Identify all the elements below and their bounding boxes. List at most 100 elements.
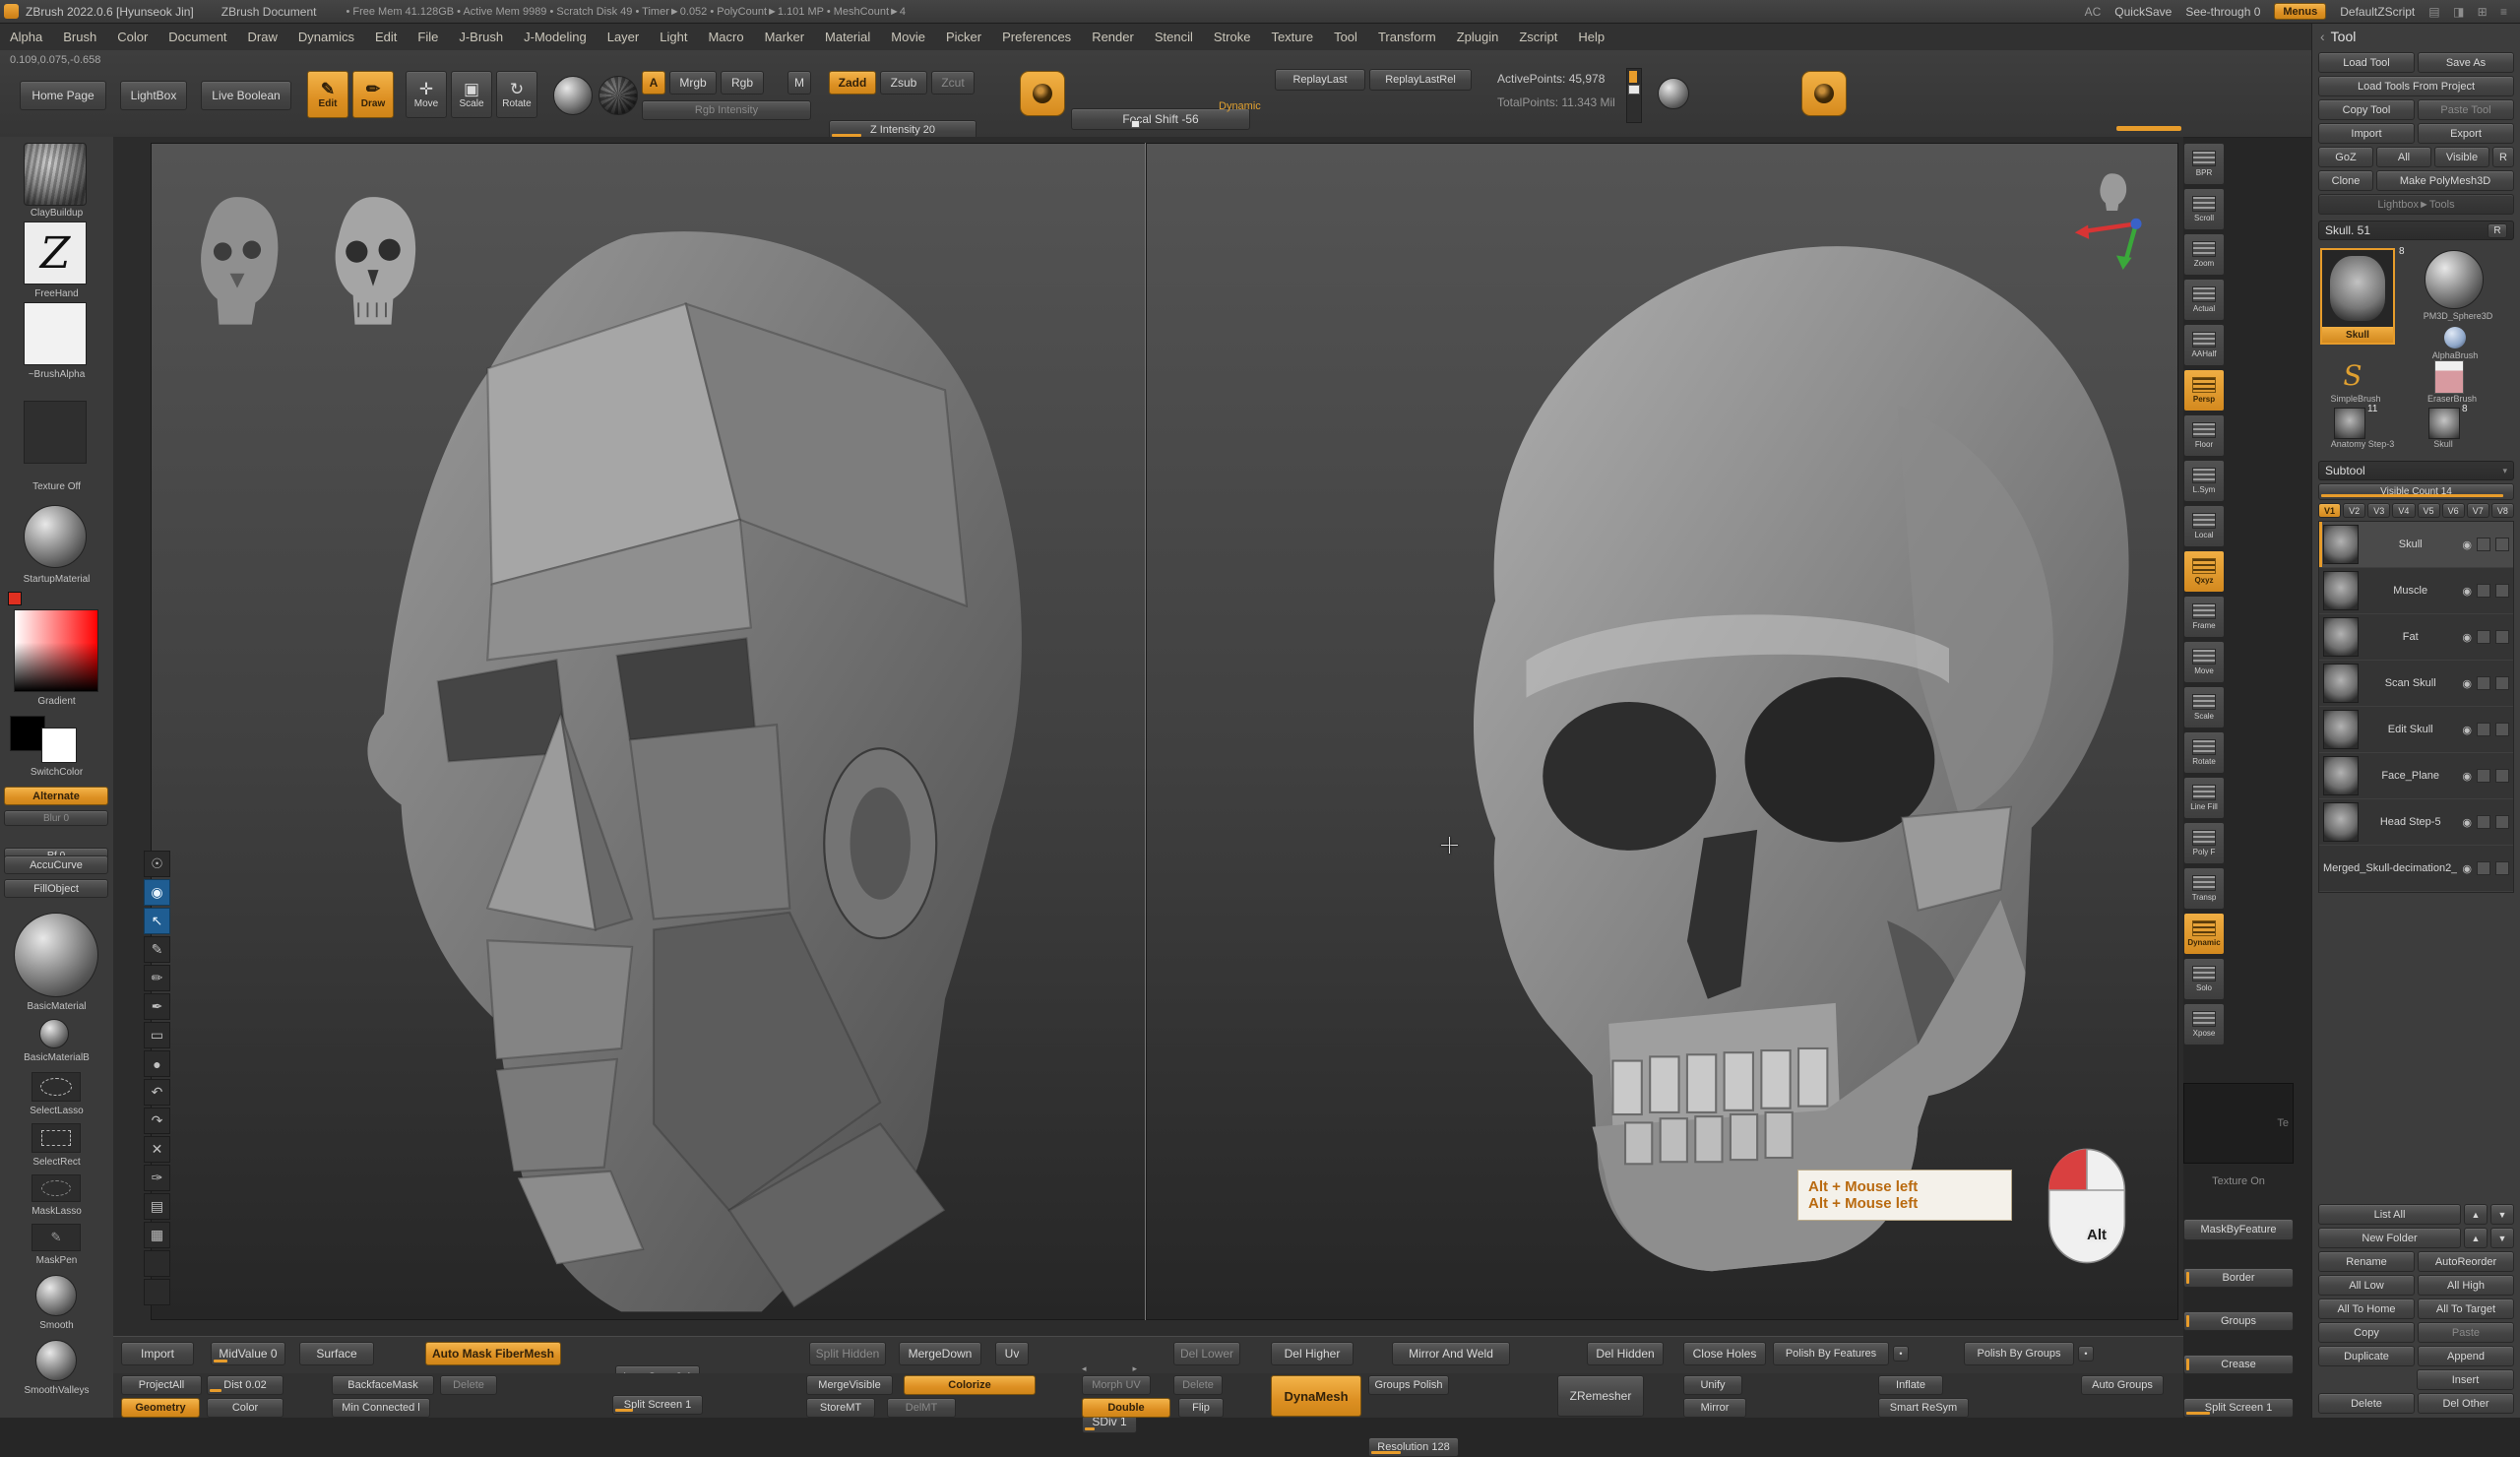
projectall-button[interactable]: ProjectAll (121, 1375, 202, 1395)
new-folder-button[interactable]: New Folder (2318, 1228, 2461, 1248)
anatomy-step3-thumb[interactable] (2334, 408, 2365, 439)
goz-all-button[interactable]: All (2376, 147, 2431, 167)
visible-count-slider[interactable]: Visible Count 14 (2318, 483, 2514, 500)
current-texture-sphere-icon[interactable] (598, 76, 638, 115)
pencil-icon[interactable]: ✏ (144, 965, 170, 991)
menu-item[interactable]: Edit (375, 30, 397, 44)
mirror-button[interactable]: Mirror (1683, 1398, 1746, 1418)
redo-icon[interactable]: ↷ (144, 1108, 170, 1134)
resolution-slider[interactable]: Resolution 128 (1368, 1437, 1459, 1457)
menu-item[interactable]: Layer (607, 30, 640, 44)
bpr[interactable]: BPR (2183, 143, 2225, 185)
import-button[interactable]: Import (2318, 123, 2415, 144)
subtool-brush-icon[interactable] (2477, 584, 2490, 598)
axis-gizmo[interactable] (2067, 171, 2146, 270)
current-material-sphere-icon[interactable] (553, 76, 593, 115)
green-swatch-icon[interactable] (144, 1279, 170, 1305)
all-low-button[interactable]: All Low (2318, 1275, 2415, 1296)
muscle[interactable]: Muscle ◉ (2319, 568, 2513, 614)
inflate-slider[interactable]: Inflate (1878, 1375, 1943, 1395)
menu-item[interactable]: Macro (708, 30, 743, 44)
subtool-brush-icon[interactable] (2477, 861, 2490, 875)
import-mesh-button[interactable]: Import (121, 1342, 194, 1365)
visibility-eye-icon[interactable]: ◉ (2462, 770, 2472, 783)
blur-slider[interactable]: Blur 0 (4, 810, 108, 826)
face-plane[interactable]: Face_Plane ◉ (2319, 753, 2513, 799)
draw-button[interactable]: ✏Draw (352, 71, 394, 118)
del-hidden-button[interactable]: Del Hidden (1587, 1342, 1664, 1365)
clone-button[interactable]: Clone (2318, 170, 2373, 191)
menu-item[interactable]: Render (1092, 30, 1134, 44)
copy-subtool-button[interactable]: Copy (2318, 1322, 2415, 1343)
smoothvalleys-brush-thumb[interactable] (35, 1340, 77, 1381)
mergedown-button[interactable]: MergeDown (899, 1342, 981, 1365)
del-other-button[interactable]: Del Other (2418, 1393, 2514, 1414)
marker-icon[interactable]: ✒ (144, 993, 170, 1020)
v2[interactable]: V2 (2343, 503, 2365, 518)
split-hidden-button[interactable]: Split Hidden (809, 1342, 886, 1365)
folder-down-icon[interactable]: ▼ (2490, 1228, 2514, 1248)
move-down-icon[interactable]: ▼ (2490, 1204, 2514, 1225)
duplicate-button[interactable]: Duplicate (2318, 1346, 2415, 1366)
delete-subtool-button[interactable]: Delete (2318, 1393, 2415, 1414)
maskpen-thumb[interactable]: ✎ (32, 1224, 81, 1251)
live-boolean-button[interactable]: Live Boolean (201, 81, 291, 110)
menu-item[interactable]: Color (117, 30, 148, 44)
list-all-button[interactable]: List All (2318, 1204, 2461, 1225)
paste-tool-button[interactable]: Paste Tool (2418, 99, 2514, 120)
selectlasso-thumb[interactable] (32, 1072, 81, 1102)
rename-button[interactable]: Rename (2318, 1251, 2415, 1272)
goz-r-button[interactable]: R (2492, 147, 2514, 167)
collapse-panel-icon[interactable]: ‹ (2320, 29, 2325, 44)
all-to-home-button[interactable]: All To Home (2318, 1299, 2415, 1319)
v5[interactable]: V5 (2418, 503, 2440, 518)
cursor-icon[interactable]: ↖ (144, 908, 170, 934)
move-button[interactable]: ✛Move (406, 71, 447, 118)
mask-by-feature-button[interactable]: MaskByFeature (2183, 1219, 2294, 1240)
subtool-brush-icon[interactable] (2477, 630, 2490, 644)
goz-visible-button[interactable]: Visible (2434, 147, 2489, 167)
subtool-brush-icon[interactable] (2477, 769, 2490, 783)
subtool-pencil-icon[interactable] (2495, 815, 2509, 829)
mrgb-toggle[interactable]: Mrgb (669, 71, 717, 95)
claybuildup-brush-thumb[interactable] (24, 143, 87, 206)
xpose[interactable]: Xpose (2183, 1003, 2225, 1045)
quicksave-button[interactable]: QuickSave (2114, 5, 2172, 19)
v8[interactable]: V8 (2491, 503, 2514, 518)
menu-item[interactable]: Light (660, 30, 687, 44)
replay-last-rel-button[interactable]: ReplayLastRel (1369, 69, 1472, 91)
morph-uv-button[interactable]: Morph UV (1082, 1375, 1151, 1395)
visibility-eye-icon[interactable]: ◉ (2462, 538, 2472, 551)
menu-item[interactable]: J-Brush (459, 30, 503, 44)
active-tool-thumb[interactable]: Skull (2320, 248, 2395, 345)
auto-groups-button[interactable]: Auto Groups (2081, 1375, 2164, 1395)
lightbox-button[interactable]: LightBox (120, 81, 187, 110)
zremesher-button[interactable]: ZRemesher (1557, 1375, 1644, 1417)
border-toggle[interactable]: Border (2183, 1268, 2294, 1288)
aahalf[interactable]: AAHalf (2183, 324, 2225, 366)
basicmaterial-thumb[interactable] (14, 913, 98, 997)
flip-button[interactable]: Flip (1178, 1398, 1224, 1418)
subtool-brush-icon[interactable] (2477, 676, 2490, 690)
masklasso-thumb[interactable] (32, 1174, 81, 1202)
subtool-section-header[interactable]: Subtool ▾ (2318, 461, 2514, 480)
visibility-eye-icon[interactable]: ◉ (2462, 816, 2472, 829)
poly-f[interactable]: Poly F (2183, 822, 2225, 864)
subtool-brush-icon[interactable] (2477, 538, 2490, 551)
menu-item[interactable]: Tool (1334, 30, 1357, 44)
menu-item[interactable]: Zplugin (1457, 30, 1499, 44)
main-color-swatch[interactable] (10, 716, 45, 751)
geometry-tab[interactable]: Geometry (121, 1398, 200, 1418)
midvalue-slider[interactable]: MidValue 0 (211, 1342, 285, 1365)
dynamic[interactable]: Dynamic (2183, 913, 2225, 955)
menu-item[interactable]: Material (825, 30, 870, 44)
subtool-pencil-icon[interactable] (2495, 538, 2509, 551)
transp[interactable]: Transp (2183, 867, 2225, 910)
groups-polish-button[interactable]: Groups Polish (1368, 1375, 1449, 1395)
v1[interactable]: V1 (2318, 503, 2341, 518)
menu-item[interactable]: Stencil (1155, 30, 1193, 44)
menu-item[interactable]: Stroke (1214, 30, 1251, 44)
current-tool-header[interactable]: Skull. 51 R (2318, 221, 2514, 240)
rgb-intensity-slider[interactable]: Rgb Intensity (642, 100, 811, 120)
crease-toggle[interactable]: Crease (2183, 1355, 2294, 1374)
